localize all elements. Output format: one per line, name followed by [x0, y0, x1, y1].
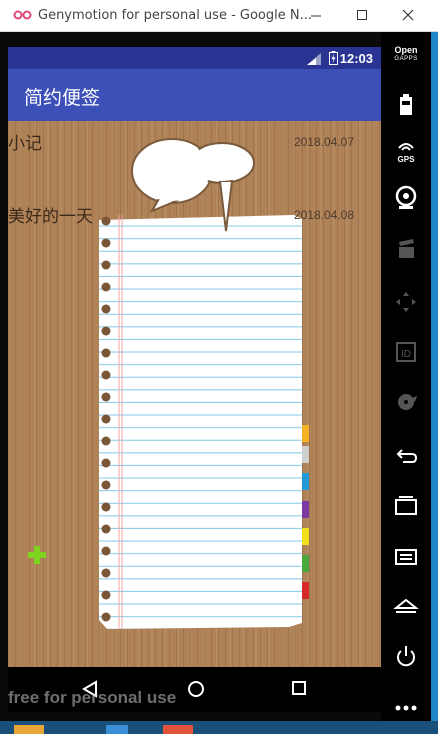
back-arrow-icon [396, 449, 418, 463]
maximize-button[interactable] [339, 0, 385, 31]
power-icon [397, 646, 415, 667]
opengapps-label: Open [394, 45, 418, 55]
android-screen: 12:03 简约便签 小记 2018.04.07 美好的一天 2018.04.0… [8, 47, 381, 667]
note-title: 美好的一天 [8, 207, 93, 227]
menu-icon [395, 549, 417, 565]
gps-widget-button[interactable]: GPS [381, 130, 431, 170]
windows-taskbar [0, 721, 438, 734]
android-recents-button[interactable] [381, 486, 431, 526]
gps-label: GPS [398, 155, 416, 164]
note-item[interactable]: 小记 2018.04.07 [8, 121, 381, 161]
android-home-button[interactable] [381, 586, 431, 626]
watermark-text: free for personal use [8, 688, 177, 707]
opengapps-button[interactable]: Open GAPPS [381, 46, 431, 64]
battery-widget-button[interactable] [381, 84, 431, 124]
window-titlebar: Genymotion for personal use - Google N..… [0, 0, 438, 32]
signal-icon [307, 53, 321, 65]
folder-icon[interactable] [14, 725, 44, 734]
notes-content: 小记 2018.04.07 美好的一天 2018.04.08 [8, 121, 381, 667]
battery-charging-icon [329, 51, 338, 65]
recent-apps-icon [395, 496, 417, 515]
remote-control-button[interactable] [381, 282, 431, 322]
disk-icon [398, 394, 417, 410]
genymotion-icon [13, 10, 32, 20]
gps-icon: GPS [398, 143, 416, 164]
note-date: 2018.04.08 [293, 208, 354, 222]
dpad-icon [396, 292, 416, 312]
more-options-button[interactable] [381, 686, 431, 726]
device-id-button[interactable]: ID [381, 332, 431, 372]
office-icon[interactable] [163, 725, 193, 734]
note-item[interactable]: 美好的一天 2018.04.08 [8, 194, 381, 234]
notebook-paper-illustration [99, 215, 309, 629]
plus-icon [28, 546, 46, 564]
window-title: Genymotion for personal use - Google N..… [38, 8, 312, 23]
webcam-icon [395, 185, 417, 209]
home-icon [393, 598, 419, 613]
home-circle-icon [188, 681, 204, 697]
id-label: ID [401, 349, 411, 360]
app-title: 简约便签 [24, 87, 101, 109]
add-note-button[interactable] [26, 544, 48, 566]
disk-io-button[interactable] [381, 382, 431, 422]
battery-icon [400, 94, 412, 115]
close-button[interactable] [385, 0, 431, 31]
capture-widget-button[interactable] [381, 230, 431, 270]
note-title: 小记 [8, 134, 42, 154]
more-dots-icon [395, 705, 417, 711]
minimize-button[interactable] [293, 0, 339, 31]
clapperboard-icon [399, 239, 414, 258]
camera-widget-button[interactable] [381, 178, 431, 218]
note-date: 2018.04.07 [293, 135, 354, 149]
opengapps-sublabel: GAPPS [394, 56, 418, 62]
app-icon[interactable] [106, 725, 128, 734]
status-bar: 12:03 [8, 47, 381, 69]
genymotion-toolbar: Open GAPPS GPS ID [381, 32, 431, 734]
android-menu-button[interactable] [381, 536, 431, 576]
id-card-icon: ID [396, 342, 416, 362]
status-time: 12:03 [339, 51, 373, 66]
power-button[interactable] [381, 636, 431, 676]
recents-button[interactable] [269, 667, 329, 712]
recents-square-icon [292, 681, 306, 695]
app-bar: 简约便签 [8, 69, 381, 121]
android-back-button[interactable] [381, 436, 431, 476]
